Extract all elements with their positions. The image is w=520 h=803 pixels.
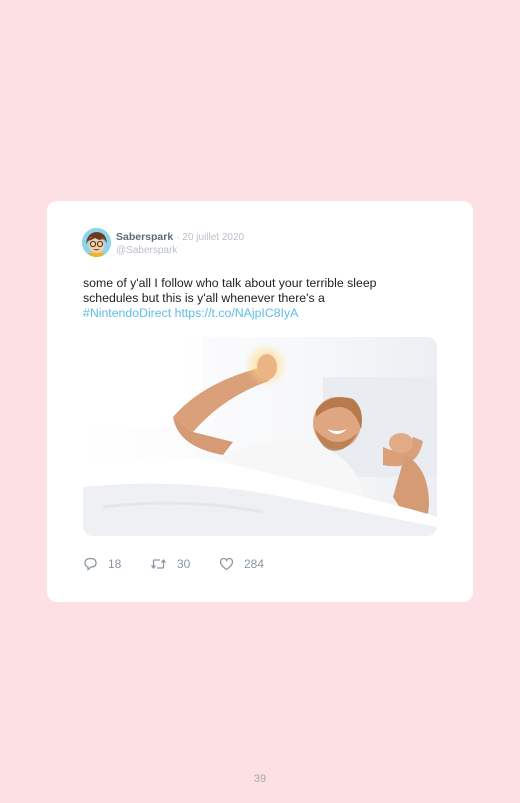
retweet-button[interactable]: 30 (150, 557, 190, 571)
tweet-body: some of y'all I follow who talk about yo… (83, 276, 377, 305)
photo-of-man-stretching-in-bed (83, 337, 437, 536)
avatar[interactable] (82, 228, 111, 257)
retweet-icon (150, 558, 167, 570)
author-handle[interactable]: @Saberspark (116, 245, 177, 256)
reply-count: 18 (108, 557, 122, 571)
tweet-header: Saberspark · 20 juillet 2020 (116, 231, 244, 243)
like-count: 284 (244, 557, 265, 571)
url-link[interactable]: https://t.co/NAjpIC8IyA (175, 306, 299, 320)
tweet-card: Saberspark · 20 juillet 2020 @Saberspark… (47, 201, 473, 602)
author-name[interactable]: Saberspark (116, 231, 173, 243)
tweet-media[interactable] (83, 337, 437, 536)
heart-icon (219, 557, 234, 571)
page-number: 39 (253, 773, 267, 785)
tweet-date[interactable]: 20 juillet 2020 (182, 232, 244, 243)
reply-icon (84, 557, 97, 571)
like-button[interactable]: 284 (219, 557, 264, 571)
hashtag-link[interactable]: #NintendoDirect (83, 306, 171, 320)
reply-button[interactable]: 18 (83, 557, 121, 571)
retweet-count: 30 (177, 557, 191, 571)
tweet-text: some of y'all I follow who talk about yo… (83, 276, 413, 321)
separator: · (176, 232, 180, 243)
